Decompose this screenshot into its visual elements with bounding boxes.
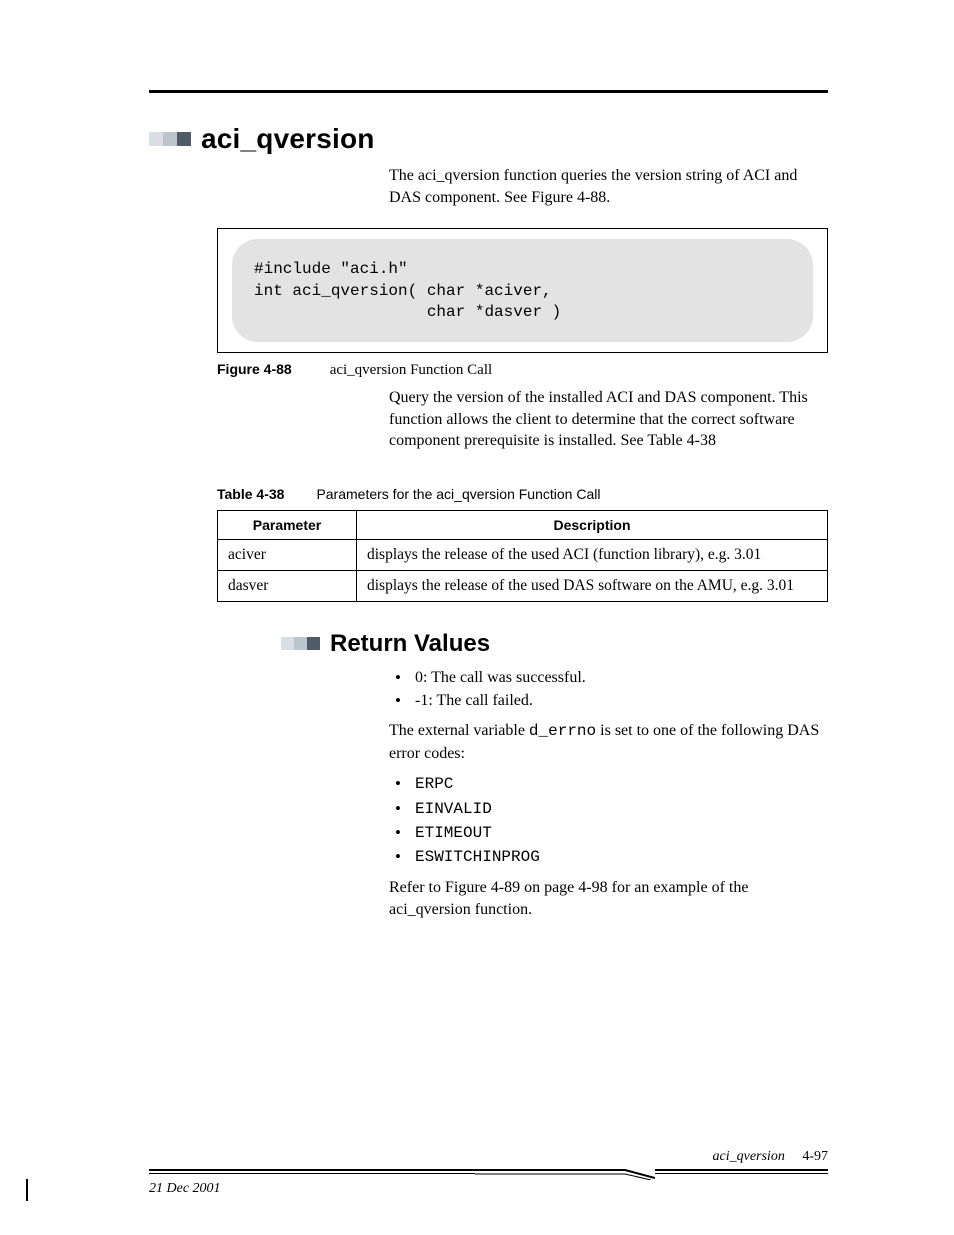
list-item: ETIMEOUT [389, 821, 828, 845]
table-caption: Table 4-38 Parameters for the aci_qversio… [217, 486, 828, 502]
return-values-list: 0: The call was successful. -1: The call… [389, 666, 828, 712]
list-item: EINVALID [389, 797, 828, 821]
page-footer: aci_qversion 4-97 21 Dec 2001 [149, 1149, 828, 1197]
footer-section: aci_qversion [713, 1149, 785, 1164]
figure-caption: Figure 4-88 aci_qversion Function Call [217, 361, 828, 379]
code-block: #include "aci.h" int aci_qversion( char … [232, 239, 813, 342]
table-label: Table 4-38 [217, 486, 284, 502]
figure-title: aci_qversion Function Call [330, 362, 492, 378]
code-figure-box: #include "aci.h" int aci_qversion( char … [217, 228, 828, 353]
figure-label: Figure 4-88 [217, 361, 292, 377]
top-rule [149, 90, 828, 93]
table-row: aciver displays the release of the used … [218, 539, 828, 570]
change-bar-icon [26, 1179, 28, 1201]
errno-var: d_errno [529, 722, 596, 740]
desc-cell: displays the release of the used ACI (fu… [357, 539, 828, 570]
see-also-paragraph: Refer to Figure 4-89 on page 4-98 for an… [389, 877, 828, 920]
errno-pre: The external variable [389, 722, 529, 739]
list-item: -1: The call failed. [389, 689, 828, 712]
footer-arrow-icon [475, 1168, 655, 1180]
table-header-row: Parameter Description [218, 510, 828, 539]
footer-rule [149, 1169, 828, 1179]
intro-paragraph: The aci_qversion function queries the ve… [389, 165, 828, 208]
footer-page-number: 4-97 [802, 1149, 828, 1164]
parameters-table: Parameter Description aciver displays th… [217, 510, 828, 602]
heading-2-row: Return Values [281, 630, 828, 658]
heading-2: Return Values [330, 630, 490, 658]
heading-1: aci_qversion [201, 123, 375, 155]
heading-1-row: aci_qversion [149, 123, 828, 155]
table-header-description: Description [357, 510, 828, 539]
table-header-parameter: Parameter [218, 510, 357, 539]
footer-right: aci_qversion 4-97 [149, 1149, 828, 1165]
list-item: ERPC [389, 772, 828, 796]
table-row: dasver displays the release of the used … [218, 570, 828, 601]
table-title: Parameters for the aci_qversion Function… [316, 486, 600, 502]
list-item: ESWITCHINPROG [389, 845, 828, 869]
page: aci_qversion The aci_qversion function q… [0, 0, 954, 1235]
heading-bullet-icon [149, 132, 191, 146]
heading-bullet-icon [281, 637, 320, 650]
footer-date: 21 Dec 2001 [149, 1181, 828, 1197]
error-codes-list: ERPC EINVALID ETIMEOUT ESWITCHINPROG [389, 772, 828, 869]
param-cell: dasver [218, 570, 357, 601]
param-cell: aciver [218, 539, 357, 570]
desc-cell: displays the release of the used DAS sof… [357, 570, 828, 601]
post-figure-paragraph: Query the version of the installed ACI a… [389, 387, 828, 452]
errno-paragraph: The external variable d_errno is set to … [389, 720, 828, 764]
list-item: 0: The call was successful. [389, 666, 828, 689]
